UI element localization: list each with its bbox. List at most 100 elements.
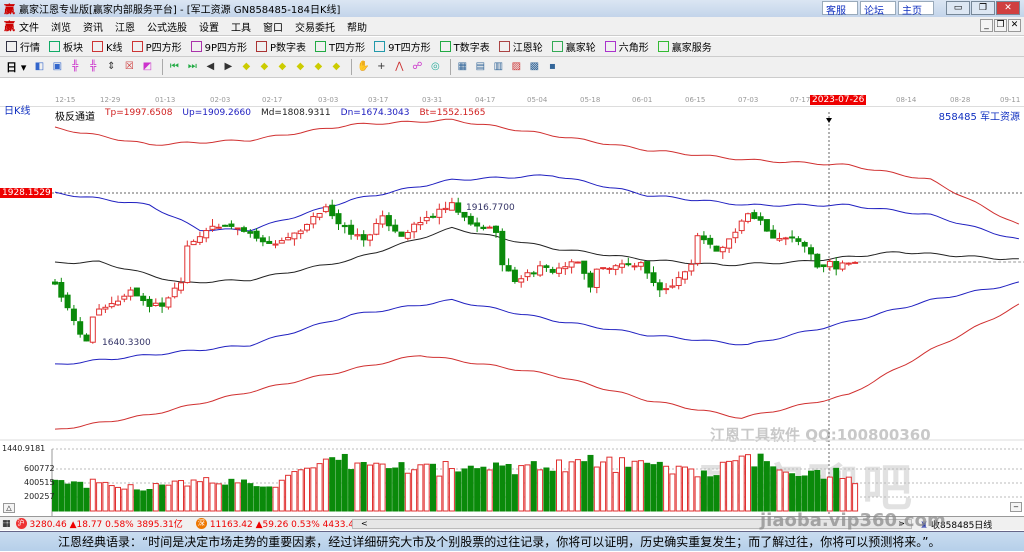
candle-body [171, 287, 178, 298]
candle-body [442, 207, 449, 211]
candle-body [505, 265, 512, 272]
volume-bar [96, 482, 103, 512]
candle-body [763, 219, 770, 232]
low-label: 1640.3300 [102, 338, 151, 348]
candle-body [600, 267, 607, 270]
calc-icon[interactable]: ▦ [2, 519, 11, 529]
volume-bar [543, 467, 550, 512]
volume-bar [713, 475, 720, 512]
volume-bar [241, 479, 247, 512]
candle-body [782, 237, 789, 240]
candle-body [259, 237, 266, 243]
volume-bar [782, 471, 789, 512]
candle-body [845, 262, 852, 265]
candle-body [228, 223, 235, 227]
horizontal-scrollbar[interactable]: < > [352, 519, 912, 529]
status-bar: ▦ 沪 3280.46 ▲18.77 0.58% 3895.31亿 深 11163.… [0, 516, 1024, 531]
volume-bar [58, 480, 65, 512]
volume-bar [89, 478, 96, 512]
volume-bar [385, 468, 392, 512]
candle-body [839, 262, 846, 270]
volume-bar [556, 459, 562, 512]
candle-body [152, 302, 159, 306]
candle-body [745, 213, 751, 222]
volume-bar [442, 461, 449, 512]
candle-body [493, 225, 499, 233]
volume-bar [732, 460, 739, 512]
candle-body [694, 235, 701, 264]
volume-bar [404, 472, 411, 512]
volume-bar [64, 483, 71, 512]
candle-body [77, 321, 84, 335]
volume-bar [159, 484, 166, 512]
volume-bar [316, 463, 323, 512]
volume-bar [700, 470, 707, 512]
volume-bar [505, 463, 512, 512]
candle-body [461, 211, 468, 218]
candle-body [852, 261, 859, 264]
sz-index[interactable]: 深 11163.42 ▲59.26 0.53% 4433.45亿 [193, 517, 369, 530]
volume-bar [209, 482, 216, 512]
candle-body [644, 261, 651, 274]
volume-bar [839, 477, 846, 512]
volume-bar [663, 465, 670, 512]
candle-body [133, 287, 140, 297]
candle-body [581, 260, 588, 274]
collapse-button[interactable]: − [1010, 502, 1022, 512]
candle-body [58, 282, 65, 298]
volume-bar [77, 481, 84, 512]
volume-bar [266, 486, 273, 512]
volume-bar [171, 480, 178, 512]
volume-bar [631, 460, 638, 512]
candle-body [247, 231, 254, 234]
volume-bar [524, 464, 531, 512]
candle-body [417, 222, 424, 226]
candle-body [89, 316, 96, 343]
volume-bar [511, 474, 518, 512]
expand-button[interactable]: △ [3, 503, 15, 513]
volume-bar [801, 475, 808, 512]
volume-bar [581, 461, 588, 512]
cursor-price-label: 1928.1529 [0, 188, 52, 198]
candle-body [568, 261, 575, 268]
candle-body [619, 263, 625, 268]
candle-body [278, 240, 285, 244]
kline-chart[interactable] [0, 0, 1024, 551]
candle-body [360, 234, 367, 241]
candle-body [499, 230, 506, 266]
volume-bar [436, 475, 443, 512]
sz-index-text: 11163.42 ▲59.26 0.53% 4433.45亿 [209, 520, 369, 530]
volume-bar [152, 483, 159, 512]
volume-bar [430, 463, 436, 512]
candle-body [480, 226, 487, 229]
volume-bar [70, 481, 77, 512]
candle-body [291, 232, 298, 240]
candle-body [732, 231, 739, 239]
candle-body [682, 271, 688, 280]
sh-badge-icon: 沪 [15, 518, 27, 529]
candle-body [524, 272, 531, 278]
volume-bar [278, 479, 285, 512]
volume-bar [360, 462, 367, 512]
candle-body [625, 263, 632, 266]
candle-body [656, 282, 663, 291]
volume-bar [392, 467, 399, 512]
volume-bar [335, 459, 342, 512]
candle-body [606, 267, 613, 270]
volume-bar [826, 476, 833, 512]
candle-body [178, 282, 184, 291]
volume-bar [115, 486, 121, 512]
volume-bar [285, 474, 292, 512]
volume-bar [467, 465, 474, 512]
candle-body [411, 223, 418, 233]
candle-body [663, 288, 670, 291]
candle-body [650, 272, 657, 283]
candle-body [593, 268, 600, 288]
candle-body [511, 269, 518, 283]
sh-index[interactable]: 沪 3280.46 ▲18.77 0.58% 3895.31亿 [13, 517, 183, 530]
volume-bar [499, 465, 506, 512]
volume-bar [480, 466, 487, 512]
volume-bar [587, 454, 594, 512]
candle-body [713, 245, 720, 252]
candle-body [127, 289, 134, 297]
